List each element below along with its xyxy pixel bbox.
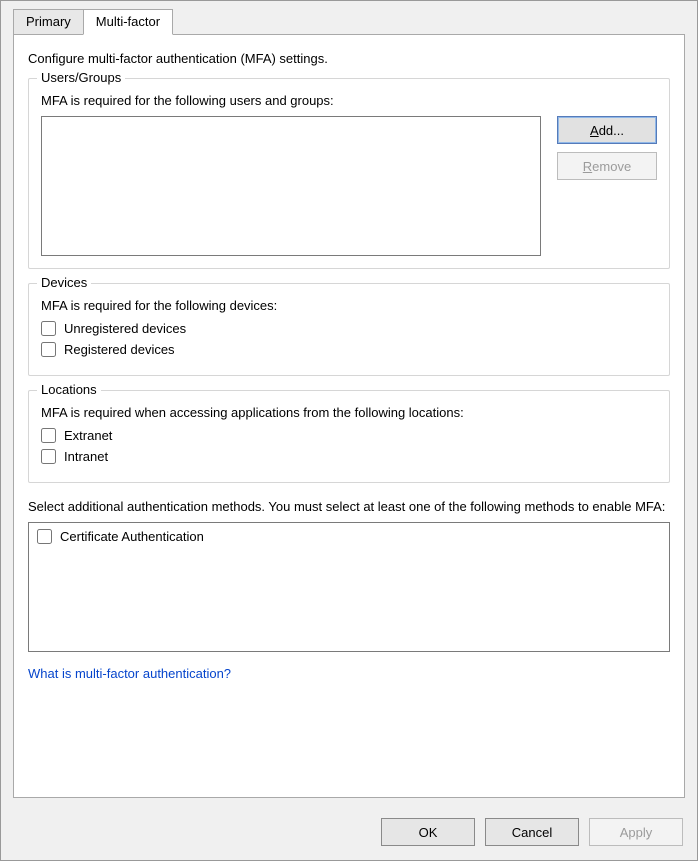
intro-text: Configure multi-factor authentication (M… <box>28 51 670 66</box>
ok-button[interactable]: OK <box>381 818 475 846</box>
dialog-button-bar: OK Cancel Apply <box>1 808 697 860</box>
help-link-mfa[interactable]: What is multi-factor authentication? <box>28 666 670 681</box>
groupbox-locations: Locations MFA is required when accessing… <box>28 390 670 483</box>
apply-button: Apply <box>589 818 683 846</box>
label-intranet[interactable]: Intranet <box>64 449 108 464</box>
groupbox-title-devices: Devices <box>37 275 91 290</box>
users-groups-listbox[interactable] <box>41 116 541 256</box>
add-button[interactable]: Add... <box>557 116 657 144</box>
checkbox-unregistered-devices[interactable] <box>41 321 56 336</box>
groupbox-title-users: Users/Groups <box>37 70 125 85</box>
remove-button-label: Remove <box>583 159 631 174</box>
label-unregistered-devices[interactable]: Unregistered devices <box>64 321 186 336</box>
tab-content-multi-factor: Configure multi-factor authentication (M… <box>13 34 685 798</box>
groupbox-devices: Devices MFA is required for the followin… <box>28 283 670 376</box>
devices-desc: MFA is required for the following device… <box>41 298 657 313</box>
checkbox-certificate-auth[interactable] <box>37 529 52 544</box>
groupbox-users-groups: Users/Groups MFA is required for the fol… <box>28 78 670 269</box>
checkbox-registered-devices[interactable] <box>41 342 56 357</box>
tab-strip: Primary Multi-factor <box>1 1 697 35</box>
add-button-label: Add... <box>590 123 624 138</box>
label-certificate-auth[interactable]: Certificate Authentication <box>60 529 204 544</box>
cancel-button[interactable]: Cancel <box>485 818 579 846</box>
auth-methods-listbox[interactable]: Certificate Authentication <box>28 522 670 652</box>
checkbox-extranet[interactable] <box>41 428 56 443</box>
users-groups-desc: MFA is required for the following users … <box>41 93 657 108</box>
groupbox-title-locations: Locations <box>37 382 101 397</box>
tab-multi-factor[interactable]: Multi-factor <box>83 9 173 35</box>
checkbox-intranet[interactable] <box>41 449 56 464</box>
mfa-settings-dialog: Primary Multi-factor Configure multi-fac… <box>0 0 698 861</box>
users-groups-buttons: Add... Remove <box>557 116 657 256</box>
label-registered-devices[interactable]: Registered devices <box>64 342 175 357</box>
locations-desc: MFA is required when accessing applicati… <box>41 405 657 420</box>
tab-primary[interactable]: Primary <box>13 9 84 35</box>
methods-desc: Select additional authentication methods… <box>28 499 670 514</box>
label-extranet[interactable]: Extranet <box>64 428 112 443</box>
remove-button: Remove <box>557 152 657 180</box>
